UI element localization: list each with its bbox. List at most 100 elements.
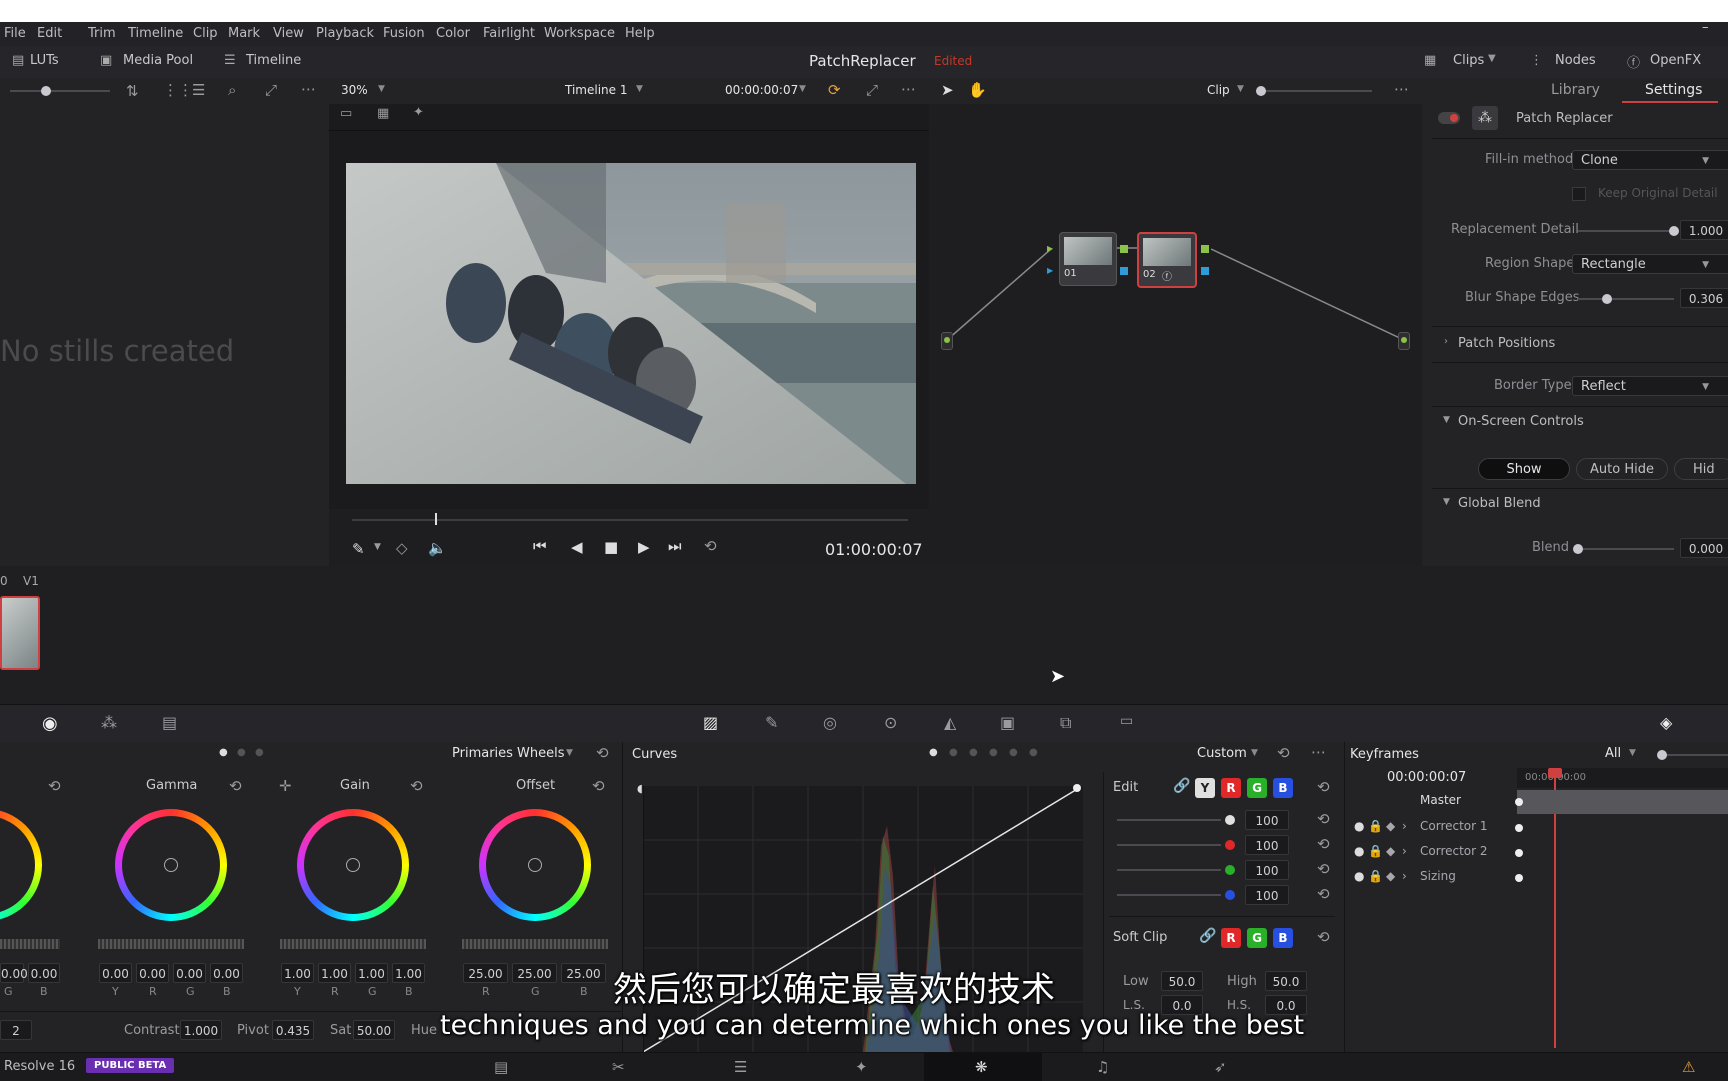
blend-value[interactable]: 0.000 — [1680, 538, 1728, 558]
pivot-value[interactable]: 0.435 — [272, 1020, 314, 1040]
menu-item-timeline[interactable]: Timeline — [128, 26, 183, 41]
blur-shape-edges-handle[interactable] — [1602, 294, 1612, 304]
menu-item-file[interactable]: File — [4, 26, 26, 41]
keyframe-marker[interactable] — [1515, 849, 1523, 857]
blur-shape-edges-value[interactable]: 0.306 — [1680, 288, 1728, 308]
more-options-icon[interactable]: ⋯ — [1311, 743, 1326, 761]
gamma-value-g[interactable]: 0.00 — [173, 963, 206, 983]
menu-item-edit[interactable]: Edit — [37, 26, 62, 41]
page-dot[interactable]: ● — [1009, 747, 1018, 758]
curve-end-point[interactable] — [1073, 784, 1081, 792]
page-dot-active[interactable]: ● — [219, 747, 228, 758]
high-value[interactable]: 50.0 — [1265, 971, 1307, 991]
video-frame[interactable] — [346, 163, 916, 484]
eyedropper-icon[interactable]: ✎ — [352, 540, 365, 558]
clips-button[interactable]: Clips — [1453, 53, 1484, 68]
offset-master-slider[interactable] — [462, 939, 608, 949]
list-view-icon[interactable]: ☰ — [192, 81, 205, 99]
channel-r-toggle[interactable]: R — [1221, 778, 1241, 798]
node-zoom-slider[interactable] — [1262, 90, 1372, 92]
gain-value-g[interactable]: 1.00 — [355, 963, 388, 983]
blend-handle[interactable] — [1573, 544, 1583, 554]
curves-icon[interactable]: ▨ — [703, 713, 718, 732]
warning-icon[interactable]: ⚠ — [1682, 1058, 1695, 1076]
menu-item-help[interactable]: Help — [625, 26, 655, 41]
sizing-icon[interactable]: ⧉ — [1060, 713, 1071, 733]
curve-start-point-icon[interactable]: ◖ — [637, 782, 643, 795]
node-editor[interactable]: 01 ▶ ▶ 02 ⓕ — [929, 104, 1422, 566]
search-icon[interactable]: ⌕ — [228, 81, 236, 99]
y-intensity-value[interactable]: 100 — [1245, 810, 1289, 830]
stop-icon[interactable]: ■ — [604, 538, 618, 556]
soft-clip-reset-icon[interactable]: ⟲ — [1317, 928, 1330, 946]
chevron-right-icon[interactable]: › — [1402, 844, 1407, 858]
minimize-icon[interactable]: – — [1702, 20, 1709, 35]
contrast-value[interactable]: 1.000 — [180, 1020, 222, 1040]
global-blend-section[interactable]: Global Blend — [1458, 496, 1541, 511]
replacement-detail-handle[interactable] — [1669, 226, 1679, 236]
rgb-mixer-icon[interactable]: ⁂ — [101, 713, 117, 732]
channel-b-toggle[interactable]: B — [1273, 778, 1293, 798]
diamond-icon[interactable]: ◆ — [1386, 869, 1395, 883]
node-02[interactable]: 02 ⓕ — [1137, 232, 1197, 288]
media-page-icon[interactable]: ▤ — [494, 1058, 508, 1076]
menu-item-color[interactable]: Color — [436, 26, 470, 41]
clip-thumbnail[interactable] — [0, 596, 40, 670]
offset-value-g[interactable]: 25.00 — [512, 963, 557, 983]
deliver-page-icon[interactable]: ➶ — [1214, 1058, 1227, 1076]
node-01-key-out[interactable] — [1120, 267, 1128, 275]
blur-icon[interactable]: ◭ — [944, 713, 956, 732]
b-intensity-slider[interactable] — [1117, 894, 1221, 896]
chevron-down-icon[interactable]: ▼ — [1443, 415, 1450, 425]
soft-clip-b-toggle[interactable]: B — [1273, 928, 1293, 948]
replacement-detail-slider[interactable] — [1578, 230, 1674, 232]
node-mode-select[interactable]: Clip — [1207, 83, 1230, 97]
scrub-playhead[interactable] — [435, 513, 438, 525]
reset-icon[interactable]: ⟲ — [1317, 860, 1330, 878]
gallery-zoom-handle[interactable] — [41, 86, 51, 96]
y-intensity-handle[interactable] — [1225, 815, 1235, 825]
viewer-timecode[interactable]: 00:00:00:07 — [725, 83, 798, 97]
cut-page-icon[interactable]: ✂ — [612, 1058, 625, 1076]
lock-icon[interactable]: 🔒 — [1368, 869, 1383, 883]
menu-item-fairlight[interactable]: Fairlight — [483, 26, 535, 41]
lock-icon[interactable]: 🔒 — [1368, 844, 1383, 858]
gain-reset-icon[interactable]: ⟲ — [410, 777, 423, 795]
keyframes-icon[interactable]: ◈ — [1660, 713, 1672, 732]
node-01-rgb-out[interactable] — [1120, 245, 1128, 253]
gamma-master-slider[interactable] — [98, 939, 244, 949]
visibility-icon[interactable]: ● — [1354, 869, 1364, 883]
keyframes-zoom-handle[interactable] — [1657, 750, 1667, 760]
layers-icon[interactable]: ◇ — [396, 539, 408, 557]
offset-reset-icon[interactable]: ⟲ — [592, 777, 605, 795]
crosshair-icon[interactable]: ✛ — [279, 777, 292, 795]
y-intensity-slider[interactable] — [1117, 819, 1221, 821]
page-dot[interactable]: ● — [1029, 747, 1038, 758]
reset-icon[interactable]: ⟲ — [1317, 885, 1330, 903]
sync-icon[interactable]: ⟳ — [828, 81, 841, 99]
lift-master-slider[interactable] — [0, 939, 60, 949]
b-intensity-handle[interactable] — [1225, 890, 1235, 900]
play-icon[interactable]: ▶ — [638, 538, 650, 556]
r-intensity-slider[interactable] — [1117, 844, 1221, 846]
keyframes-filter-select[interactable]: All — [1605, 746, 1621, 761]
step-back-icon[interactable]: ◀ — [571, 538, 583, 556]
g-intensity-handle[interactable] — [1225, 865, 1235, 875]
skip-to-start-icon[interactable]: ⏮ — [533, 537, 547, 555]
viewer-zoom-select[interactable]: 30% — [341, 83, 368, 97]
gallery-zoom-slider[interactable] — [10, 90, 110, 92]
gain-value-r[interactable]: 1.00 — [318, 963, 351, 983]
chevron-right-icon[interactable]: › — [1402, 819, 1407, 833]
visibility-icon[interactable]: ● — [1354, 819, 1364, 833]
hand-tool-icon[interactable]: ✋ — [968, 81, 987, 99]
key-icon[interactable]: ▣ — [1000, 713, 1015, 732]
g-intensity-value[interactable]: 100 — [1245, 860, 1289, 880]
r-intensity-handle[interactable] — [1225, 840, 1235, 850]
grid-view-icon[interactable]: ⋮⋮ — [163, 81, 193, 99]
node-02-key-out[interactable] — [1201, 267, 1209, 275]
blur-shape-edges-slider[interactable] — [1578, 298, 1674, 300]
pointer-tool-icon[interactable]: ➤ — [941, 81, 954, 99]
viewer-mode-icon[interactable]: ▭ — [340, 106, 352, 121]
soft-clip-r-toggle[interactable]: R — [1221, 928, 1241, 948]
lift-value-b[interactable]: 0.00 — [28, 963, 60, 983]
